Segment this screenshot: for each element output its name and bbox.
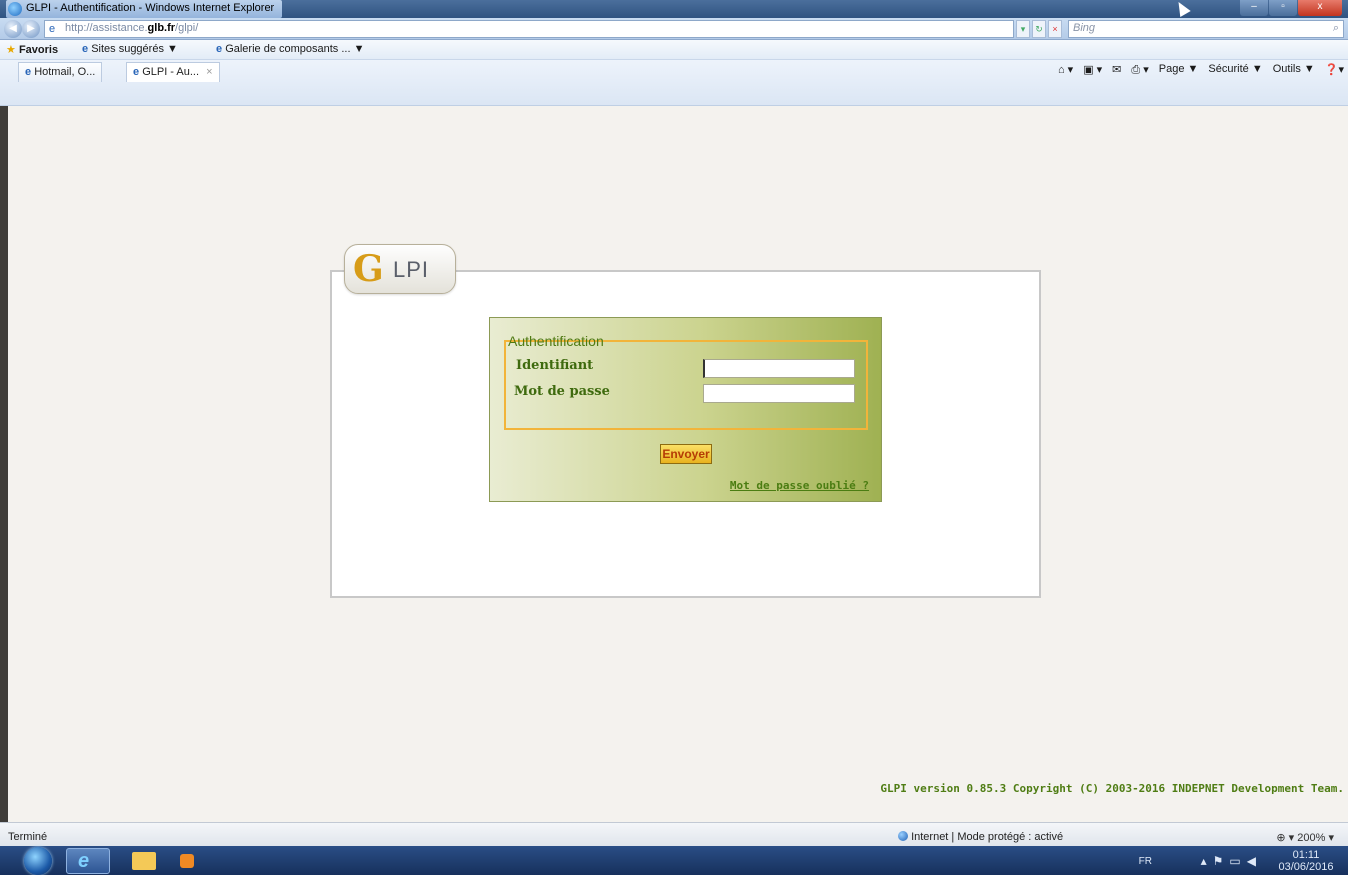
username-label: Identifiant xyxy=(516,358,594,373)
security-menu[interactable]: Sécurité ▼ xyxy=(1208,63,1262,77)
password-input[interactable] xyxy=(703,384,855,403)
web-slice-gallery-link[interactable]: e Galerie de composants ... ▼ xyxy=(216,43,364,55)
url-input[interactable]: e http://assistance.glb.fr/glpi/ xyxy=(44,20,1014,38)
address-buttons: ▾ ↻ × xyxy=(1016,20,1062,38)
taskbar: e FR ▴⚑▭◀ 01:11 03/06/2016 xyxy=(0,846,1348,875)
tab-glpi[interactable]: e GLPI - Au... × xyxy=(126,62,220,82)
tab-label: GLPI - Au... xyxy=(142,66,200,78)
search-input[interactable]: Bing ⌕ xyxy=(1068,20,1344,38)
window-title-bar: GLPI - Authentification - Windows Intern… xyxy=(0,0,1348,18)
window-title: GLPI - Authentification - Windows Intern… xyxy=(6,0,283,18)
tab-hotmail[interactable]: e Hotmail, O... xyxy=(18,62,103,82)
zoom-dropdown-icon: ▾ xyxy=(1328,832,1334,844)
ie-icon: e xyxy=(133,66,140,78)
taskbar-media-player-button[interactable] xyxy=(172,848,216,874)
zoom-control[interactable]: ⊕ ▾ 200% ▾ xyxy=(1276,831,1334,844)
suggested-sites-link[interactable]: e Sites suggérés ▼ xyxy=(82,43,178,55)
back-button[interactable]: ◀ xyxy=(4,20,22,38)
forgot-password-link[interactable]: Mot de passe oublié ? xyxy=(730,479,869,492)
ie-icon: e xyxy=(78,850,90,872)
search-placeholder: Bing xyxy=(1073,22,1096,34)
mouse-cursor-icon xyxy=(1173,0,1191,18)
suggested-sites-label: Sites suggérés ▼ xyxy=(91,43,178,55)
window-controls: – ▫ x xyxy=(1239,0,1342,18)
taskbar-ie-button[interactable]: e xyxy=(66,848,110,874)
status-bar: Terminé Internet | Mode protégé : activé… xyxy=(0,822,1348,846)
clock-time: 01:11 xyxy=(1292,849,1320,861)
status-text: Terminé xyxy=(8,831,48,843)
authentication-legend: Authentification xyxy=(508,333,604,349)
page-icon: e xyxy=(49,23,56,35)
globe-icon xyxy=(898,831,908,841)
url-suffix: /glpi/ xyxy=(175,22,199,34)
ie-icon: e xyxy=(25,66,32,78)
print-icon[interactable]: ⎙ ▾ xyxy=(1131,63,1148,77)
command-bar: ⌂ ▾ ▣ ▾ ✉ ⎙ ▾ Page ▼ Sécurité ▼ Outils ▼… xyxy=(1058,63,1344,77)
forward-button[interactable]: ▶ xyxy=(22,20,40,38)
logo-g: G xyxy=(353,248,384,290)
minimize-button[interactable]: – xyxy=(1240,0,1268,16)
feeds-icon[interactable]: ▣ ▾ xyxy=(1083,63,1102,77)
window-title-text: GLPI - Authentification - Windows Intern… xyxy=(26,2,275,14)
star-icon: ★ xyxy=(6,44,16,56)
zoom-level: 200% xyxy=(1297,832,1326,844)
compat-view-button[interactable]: ▾ xyxy=(1016,20,1030,38)
media-player-icon xyxy=(180,854,194,868)
authentication-form: Authentification Identifiant Mot de pass… xyxy=(489,317,882,502)
stop-button[interactable]: × xyxy=(1048,20,1062,38)
ie-app-icon xyxy=(8,2,22,16)
username-input[interactable] xyxy=(703,359,855,378)
tray-icons[interactable]: ▴⚑▭◀ xyxy=(1201,854,1262,868)
ie-icon: e xyxy=(82,43,89,55)
password-label: Mot de passe xyxy=(514,384,610,399)
window-left-border xyxy=(0,106,8,847)
tools-menu[interactable]: Outils ▼ xyxy=(1273,63,1315,77)
tab-label: Hotmail, O... xyxy=(34,66,96,78)
favorites-bar: ★ Favoris e Sites suggérés ▼ e Galerie d… xyxy=(0,40,1348,60)
web-slice-gallery-label: Galerie de composants ... ▼ xyxy=(225,43,365,55)
glpi-logo: G LPI xyxy=(344,244,456,294)
ie-icon: e xyxy=(216,43,223,55)
mail-icon[interactable]: ✉ xyxy=(1112,63,1121,77)
url-prefix: http://assistance. xyxy=(65,22,148,34)
close-window-button[interactable]: x xyxy=(1298,0,1342,16)
home-icon[interactable]: ⌂ ▾ xyxy=(1058,63,1073,77)
favorites-label: Favoris xyxy=(18,44,59,56)
search-icon[interactable]: ⌕ xyxy=(1333,22,1339,35)
clock-date: 03/06/2016 xyxy=(1278,861,1334,873)
language-indicator[interactable]: FR xyxy=(1139,856,1152,867)
page-menu[interactable]: Page ▼ xyxy=(1159,63,1199,77)
folder-icon xyxy=(132,852,156,870)
tab-close-icon[interactable]: × xyxy=(206,66,212,78)
tab-bar: e Hotmail, O... e GLPI - Au... × ⌂ ▾ ▣ ▾… xyxy=(0,60,1348,106)
submit-button[interactable]: Envoyer xyxy=(660,444,712,464)
copyright-footer: GLPI version 0.85.3 Copyright (C) 2003-2… xyxy=(880,782,1344,795)
favorites-button[interactable]: ★ Favoris xyxy=(6,43,58,56)
help-icon[interactable]: ❓▾ xyxy=(1325,63,1344,77)
security-zone-label: Internet | Mode protégé : activé xyxy=(911,831,1064,843)
address-bar: ◀ ▶ e http://assistance.glb.fr/glpi/ ▾ ↻… xyxy=(0,18,1348,40)
taskbar-explorer-button[interactable] xyxy=(122,848,166,874)
logo-lpi: LPI xyxy=(393,257,430,282)
refresh-button[interactable]: ↻ xyxy=(1032,20,1046,38)
clock[interactable]: 01:11 03/06/2016 xyxy=(1278,849,1334,873)
url-host: glb.fr xyxy=(147,22,176,34)
zoom-icon: ⊕ ▾ xyxy=(1276,832,1295,844)
maximize-button[interactable]: ▫ xyxy=(1269,0,1297,16)
start-button[interactable] xyxy=(24,847,52,875)
security-zone[interactable]: Internet | Mode protégé : activé xyxy=(898,831,1063,843)
